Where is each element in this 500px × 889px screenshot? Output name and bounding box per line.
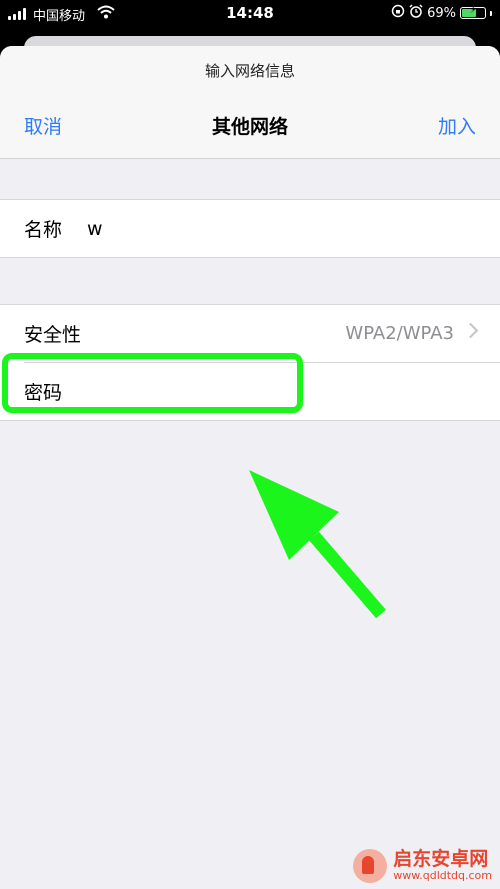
annotation-arrow (249, 470, 386, 619)
watermark: 启东安卓网 www.qdldtdq.com (353, 849, 492, 883)
watermark-url: www.qdldtdq.com (393, 869, 492, 883)
watermark-name: 启东安卓网 (393, 848, 489, 871)
watermark-logo-icon (353, 849, 388, 883)
